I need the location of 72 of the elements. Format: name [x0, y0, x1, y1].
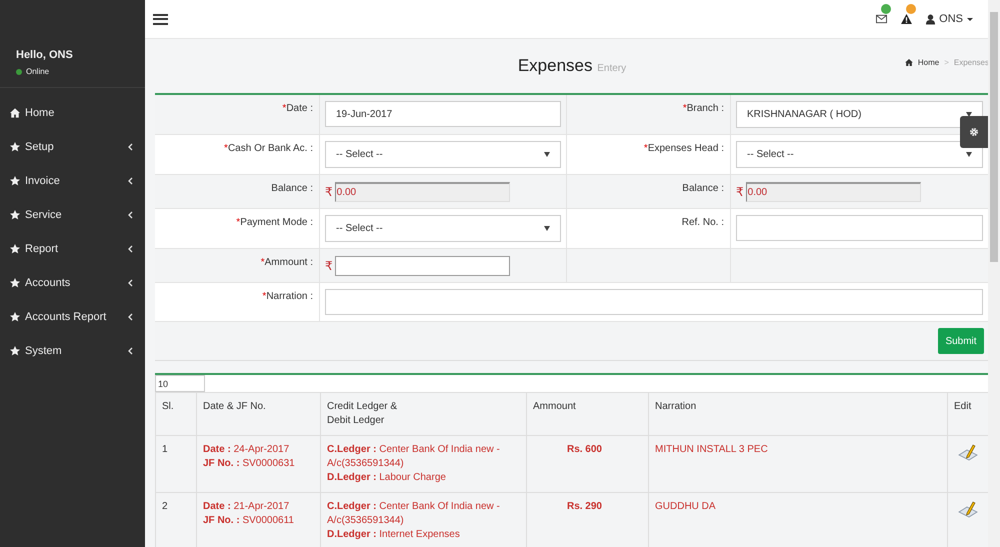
star-icon	[10, 142, 20, 152]
column-header: Sl.	[156, 392, 196, 436]
column-header: Credit Ledger & Debit Ledger	[320, 392, 526, 436]
caret-icon	[544, 152, 550, 157]
star-icon	[10, 346, 20, 356]
breadcrumb-current: Expenses	[954, 58, 989, 67]
field-label: Balance :	[682, 183, 724, 194]
input-field[interactable]: 19-Jun-2017	[325, 101, 561, 127]
table-cell: C.Ledger : Center Bank Of India new - A/c(3536591344) D.Ledger : Labour Charge	[320, 436, 526, 492]
edit-icon[interactable]	[958, 500, 978, 520]
home-icon	[10, 108, 20, 118]
field-label: *Cash Or Bank Ac. :	[224, 143, 313, 154]
edit-icon[interactable]	[958, 443, 978, 463]
select-field[interactable]: -- Select --	[736, 141, 983, 168]
warning-icon[interactable]	[901, 14, 912, 24]
sidebar-item[interactable]: Setup	[0, 130, 145, 164]
amount-field[interactable]: 0.00	[334, 182, 510, 202]
star-icon	[10, 278, 20, 288]
settings-icon	[969, 127, 979, 137]
page-title: Expenses Entery	[518, 56, 626, 76]
input-field[interactable]	[325, 289, 983, 315]
table-cell: 2	[156, 492, 196, 547]
sidebar-item[interactable]: Report	[0, 232, 145, 266]
status-text: Online	[26, 67, 50, 76]
star-icon	[10, 244, 20, 254]
select-field[interactable]: KRISHNANAGAR ( HOD)	[736, 101, 983, 128]
field-label: Ref. No. :	[682, 217, 724, 228]
caret-icon	[967, 18, 973, 20]
user-icon	[926, 14, 936, 24]
star-icon	[10, 210, 20, 220]
breadcrumb-separator: >	[944, 58, 949, 67]
menu-icon[interactable]	[153, 14, 168, 24]
field-label: *Date :	[282, 103, 313, 114]
caret-icon	[544, 226, 550, 231]
user-greeting: Hello, ONS	[16, 49, 74, 61]
sidebar-item[interactable]: System	[0, 334, 145, 368]
column-header: Date & JF No.	[196, 392, 320, 436]
mail-icon[interactable]	[876, 14, 888, 24]
sidebar-item[interactable]: Invoice	[0, 164, 145, 198]
input-field[interactable]	[736, 215, 983, 241]
select-field[interactable]: -- Select --	[325, 215, 561, 242]
rupee-sign: ₹	[736, 185, 744, 199]
field-label: *Ammount :	[260, 257, 313, 268]
field-label: *Narration :	[262, 291, 313, 302]
table-cell: Rs. 600	[526, 436, 648, 492]
table-cell: Date : 24-Apr-2017 JF No. : SV0000631	[196, 436, 320, 492]
field-label: *Branch :	[682, 103, 724, 114]
table-cell: 1	[156, 436, 196, 492]
breadcrumb-link[interactable]: Home	[918, 58, 940, 67]
table-cell: MITHUN INSTALL 3 PEC	[648, 436, 948, 492]
column-header: Ammount	[526, 392, 648, 436]
scrollbar[interactable]	[988, 0, 1000, 547]
sidebar-item[interactable]: Service	[0, 198, 145, 232]
field-label: Balance :	[271, 183, 313, 194]
home-icon	[904, 59, 913, 66]
settings-button[interactable]	[960, 116, 988, 148]
user-menu[interactable]: ONS	[926, 13, 973, 25]
page-size-field[interactable]: 10	[155, 375, 205, 392]
rupee-sign: ₹	[325, 185, 333, 199]
select-field[interactable]: -- Select --	[325, 141, 561, 168]
rupee-sign: ₹	[325, 259, 333, 273]
field-label: *Expenses Head :	[644, 143, 724, 154]
amount-field[interactable]	[334, 256, 510, 276]
amount-field[interactable]: 0.00	[746, 182, 921, 202]
sidebar-item[interactable]: Home	[0, 96, 145, 130]
field-label: *Payment Mode :	[236, 217, 313, 228]
star-icon	[10, 312, 20, 322]
column-header: Narration	[648, 392, 948, 436]
star-icon	[10, 176, 20, 186]
sidebar-item[interactable]: Accounts Report	[0, 300, 145, 334]
status-dot	[16, 68, 22, 74]
sidebar-item[interactable]: Accounts	[0, 266, 145, 300]
